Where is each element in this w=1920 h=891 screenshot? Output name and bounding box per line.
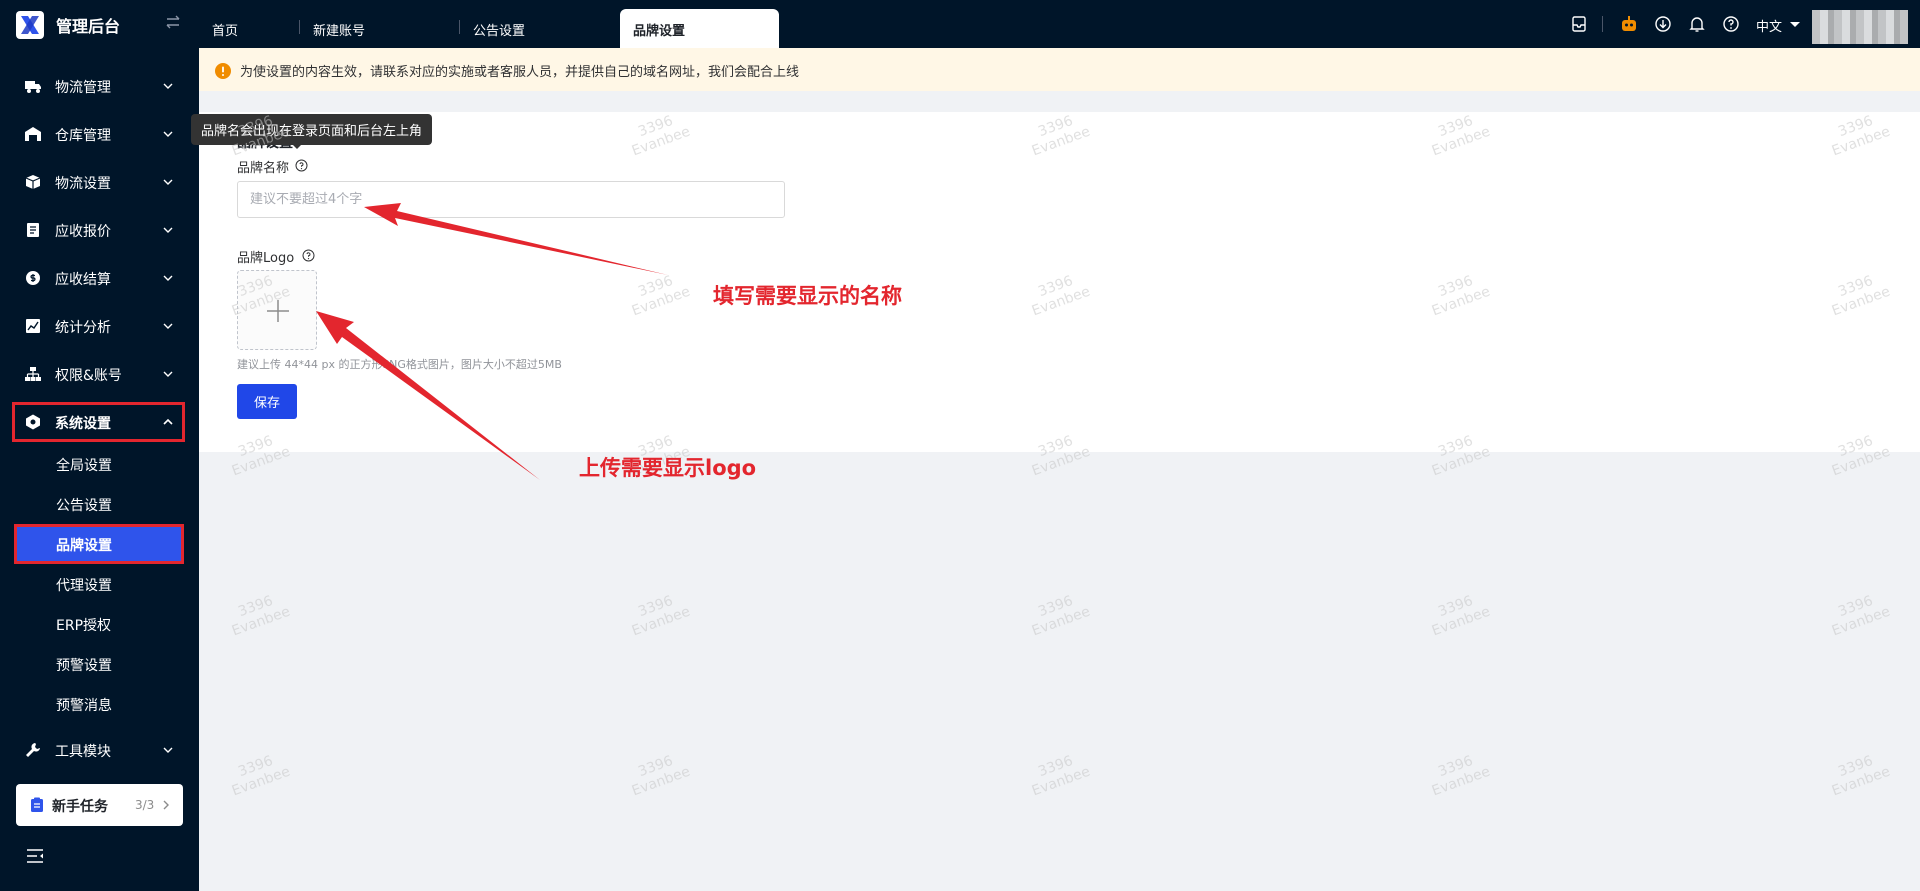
bell-icon[interactable] — [1687, 14, 1707, 34]
submenu-item-global-settings[interactable]: 全局设置 — [14, 444, 184, 484]
submenu-item-alert-messages[interactable]: 预警消息 — [14, 684, 184, 724]
menu-fold-icon[interactable] — [26, 848, 44, 864]
chevron-right-icon — [163, 800, 169, 810]
menu-label: 物流设置 — [55, 176, 111, 192]
submenu-label: 代理设置 — [56, 578, 112, 594]
app-logo-icon[interactable] — [16, 11, 44, 39]
menu-item-permissions[interactable]: 权限&账号 — [12, 354, 185, 394]
menu-item-logistics[interactable]: 物流管理 — [12, 66, 185, 106]
chevron-down-icon — [163, 83, 173, 89]
tab-new-account[interactable]: 新建账号 — [300, 9, 378, 48]
newbie-task-card[interactable]: 新手任务 3/3 — [16, 784, 183, 826]
warning-icon — [215, 63, 231, 79]
submenu-item-alert-settings[interactable]: 预警设置 — [14, 644, 184, 684]
task-progress: 3/3 — [135, 798, 155, 812]
tooltip: 品牌名会出现在登录页面和后台左上角 — [191, 114, 433, 145]
menu-item-tools[interactable]: 工具模块 — [12, 730, 185, 770]
chevron-down-icon — [163, 179, 173, 185]
submenu-label: 品牌设置 — [56, 538, 112, 554]
chevron-down-icon — [163, 323, 173, 329]
inbox-icon[interactable] — [1569, 14, 1589, 34]
notice-bar: 为使设置的内容生效，请联系对应的实施或者客服人员，并提供自己的域名网址，我们会配… — [199, 48, 1920, 91]
wrench-icon — [26, 743, 40, 757]
submenu-label: 预警消息 — [56, 698, 112, 714]
chevron-up-icon — [163, 418, 173, 425]
main-content: 为使设置的内容生效，请联系对应的实施或者客服人员，并提供自己的域名网址，我们会配… — [191, 48, 1920, 891]
brand-logo-label: 品牌Logo — [237, 251, 295, 266]
app-title: 管理后台 — [56, 17, 121, 36]
submenu-label: 预警设置 — [56, 658, 112, 674]
save-button[interactable]: 保存 — [237, 384, 297, 419]
caret-down-icon[interactable] — [1790, 22, 1800, 27]
download-icon[interactable] — [1653, 14, 1673, 34]
annotation-logo-note: 上传需要显示logo — [579, 456, 757, 480]
logo-upload-box[interactable] — [237, 270, 317, 350]
question-circle-icon[interactable] — [295, 159, 308, 172]
chart-icon — [26, 319, 40, 333]
menu-item-logistics-settings[interactable]: 物流设置 — [12, 162, 185, 202]
avatar[interactable] — [1812, 10, 1908, 44]
warehouse-icon — [25, 127, 41, 141]
tab-home[interactable]: 首页 — [199, 9, 251, 48]
submenu-item-brand-settings[interactable]: 品牌设置 — [14, 524, 184, 564]
annotation-name-note: 填写需要显示的名称 — [713, 284, 902, 308]
menu-item-statistics[interactable]: 统计分析 — [12, 306, 185, 346]
chevron-down-icon — [163, 275, 173, 281]
document-icon — [27, 223, 39, 237]
hexagon-gear-icon — [26, 414, 40, 430]
menu-item-receivable-quote[interactable]: 应收报价 — [12, 210, 185, 250]
menu-item-warehouse[interactable]: 仓库管理 — [12, 114, 185, 154]
tab-brand-settings[interactable]: 品牌设置 — [620, 9, 779, 48]
menu-label: 应收结算 — [55, 272, 111, 288]
submenu-label: ERP授权 — [56, 618, 112, 634]
menu-label: 物流管理 — [55, 80, 111, 96]
submenu-label: 全局设置 — [56, 458, 112, 474]
menu-label: 应收报价 — [55, 224, 111, 240]
dollar-icon — [26, 271, 40, 285]
menu-label: 系统设置 — [55, 416, 111, 432]
menu-item-receivable-settlement[interactable]: 应收结算 — [12, 258, 185, 298]
submenu-label: 公告设置 — [56, 498, 112, 514]
task-label: 新手任务 — [52, 799, 108, 815]
menu-label: 统计分析 — [55, 320, 111, 336]
tooltip-arrow — [291, 143, 303, 149]
menu-label: 仓库管理 — [55, 128, 111, 144]
robot-icon[interactable] — [1619, 14, 1639, 34]
language-selector[interactable]: 中文 — [1756, 16, 1782, 35]
brand-name-input[interactable] — [237, 181, 785, 218]
brand-name-label: 品牌名称 — [237, 161, 290, 176]
question-circle-icon[interactable] — [302, 249, 315, 262]
top-bar: 管理后台 首页 新建账号 公告设置 品牌设置 中文 — [0, 0, 1920, 48]
chevron-down-icon — [163, 371, 173, 377]
chevron-down-icon — [163, 747, 173, 753]
submenu-item-notice-settings[interactable]: 公告设置 — [14, 484, 184, 524]
notice-text: 为使设置的内容生效，请联系对应的实施或者客服人员，并提供自己的域名网址，我们会配… — [240, 65, 800, 80]
toolbar-divider — [1602, 16, 1603, 32]
switch-arrows-icon[interactable] — [164, 13, 182, 31]
brand-settings-panel: 品牌设置 品牌名称 品牌Logo 建议上传 44*44 px 的正方形PNG格式… — [191, 112, 1920, 452]
chevron-down-icon — [163, 227, 173, 233]
chevron-down-icon — [163, 131, 173, 137]
truck-icon — [25, 81, 41, 93]
sidebar: 物流管理 仓库管理 物流设置 应收报价 应收结算 统计分析 权限&账号 系统设置… — [0, 48, 199, 891]
menu-label: 权限&账号 — [55, 368, 122, 384]
submenu-item-agent-settings[interactable]: 代理设置 — [14, 564, 184, 604]
tab-notice-settings[interactable]: 公告设置 — [460, 9, 538, 48]
menu-label: 工具模块 — [55, 744, 111, 760]
menu-item-system-settings[interactable]: 系统设置 — [12, 402, 185, 442]
help-icon[interactable] — [1721, 14, 1741, 34]
package-icon — [25, 175, 41, 189]
org-icon — [25, 367, 41, 381]
submenu-item-erp-auth[interactable]: ERP授权 — [14, 604, 184, 644]
clipboard-icon — [31, 797, 43, 812]
logo-hint: 建议上传 44*44 px 的正方形PNG格式图片，图片大小不超过5MB — [237, 358, 562, 371]
plus-icon — [267, 300, 289, 322]
